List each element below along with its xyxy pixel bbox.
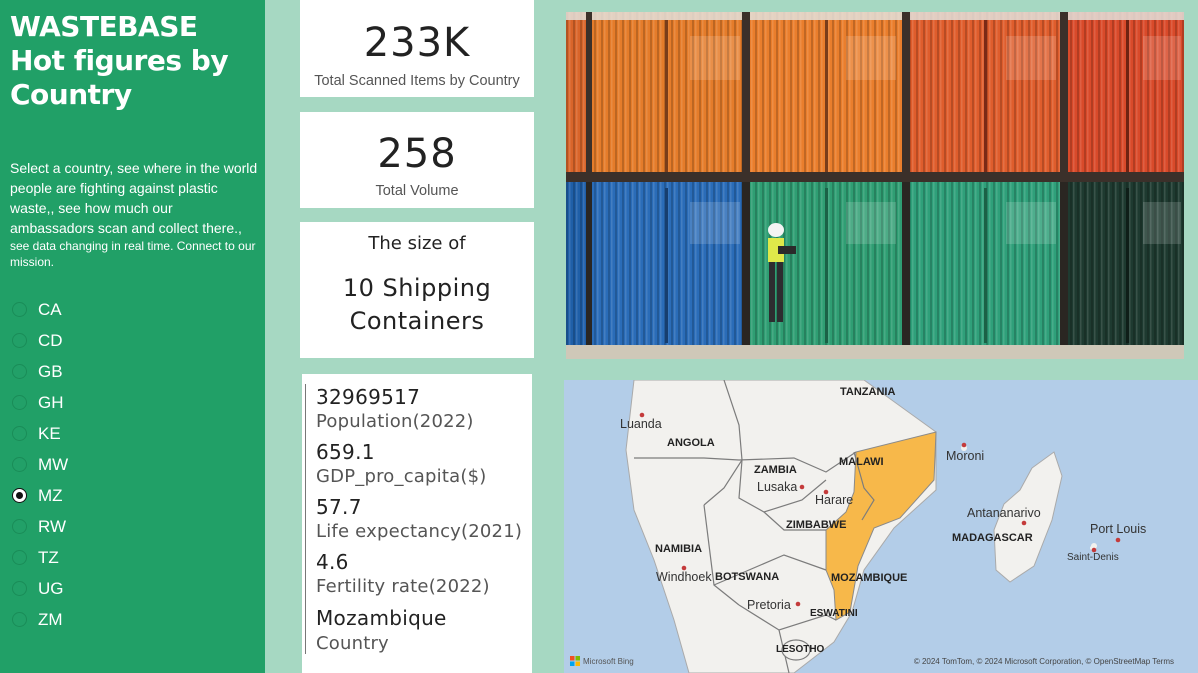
country-option-label: RW [38, 516, 67, 536]
map-label-zimbabwe: ZIMBABWE [786, 519, 847, 531]
country-option-label: MW [38, 454, 69, 474]
sidebar: WASTEBASE Hot figures by Country Select … [0, 0, 265, 673]
country-option-cd[interactable]: CD [12, 325, 68, 356]
country-option-ke[interactable]: KE [12, 418, 68, 449]
map-label-harare: Harare [815, 493, 854, 507]
fertility-value: 4.6 [316, 550, 349, 574]
map-label-malawi: MALAWI [839, 456, 884, 468]
total-volume-label: Total Volume [375, 183, 459, 199]
map-label-antananarivo: Antananarivo [967, 506, 1041, 520]
gdp-value: 659.1 [316, 440, 375, 464]
country-name-value: Mozambique [316, 606, 447, 630]
country-option-label: GB [38, 361, 63, 381]
country-option-zm[interactable]: ZM [12, 604, 68, 635]
size-value: 10 Shipping Containers [300, 272, 534, 338]
country-option-ca[interactable]: CA [12, 294, 68, 325]
country-option-mw[interactable]: MW [12, 449, 68, 480]
intro-small: see data changing in real time. Connect … [10, 239, 256, 269]
map-label-pretoria: Pretoria [747, 598, 791, 612]
country-option-gh[interactable]: GH [12, 387, 68, 418]
country-option-label: CA [38, 299, 62, 319]
radio-icon[interactable] [12, 488, 27, 503]
fertility-label: Fertility rate(2022) [316, 576, 490, 597]
country-slicer: CA CD GB GH KE MW MZ RW TZ UG ZM [12, 294, 68, 635]
map-label-eswatini: ESWATINI [810, 608, 858, 619]
scanned-items-value: 233K [363, 20, 471, 66]
total-volume-value: 258 [377, 131, 457, 177]
size-comparison-card: The size of 10 Shipping Containers [300, 222, 534, 358]
country-facts-card: 32969517 Population(2022) 659.1 GDP_pro_… [302, 374, 532, 673]
country-option-gb[interactable]: GB [12, 356, 68, 387]
map-label-port-louis: Port Louis [1090, 522, 1147, 536]
map-label-moroni: Moroni [946, 449, 985, 463]
map-label-zambia: ZAMBIA [754, 464, 797, 476]
country-map[interactable]: TANZANIA Luanda ANGOLA Moroni MALAWI ZAM… [564, 380, 1198, 673]
map-label-lusaka: Lusaka [757, 480, 798, 494]
map-label-botswana: BOTSWANA [715, 571, 780, 583]
intro-main: Select a country, see where in the world… [10, 160, 258, 236]
shipping-containers-photo [566, 12, 1184, 359]
country-option-label: GH [38, 392, 64, 412]
title-line-3: Country [10, 78, 132, 111]
containers-illustration [566, 12, 1184, 359]
map-label-tanzania: TANZANIA [840, 386, 896, 398]
radio-icon[interactable] [12, 519, 27, 534]
microsoft-logo-icon [570, 656, 580, 666]
radio-icon[interactable] [12, 550, 27, 565]
country-option-label: MZ [38, 485, 63, 505]
radio-icon[interactable] [12, 612, 27, 627]
page-title: WASTEBASE Hot figures by Country [10, 10, 229, 112]
map-label-angola: ANGOLA [667, 437, 715, 449]
life-expectancy-label: Life expectancy(2021) [316, 521, 523, 542]
intro-text: Select a country, see where in the world… [10, 158, 260, 270]
country-option-mz[interactable]: MZ [12, 480, 68, 511]
radio-icon[interactable] [12, 581, 27, 596]
scanned-items-card: 233K Total Scanned Items by Country [300, 0, 534, 97]
country-option-label: ZM [38, 609, 63, 629]
map-label-madagascar: MADAGASCAR [952, 532, 1033, 544]
radio-icon[interactable] [12, 395, 27, 410]
population-label: Population(2022) [316, 411, 474, 432]
size-prefix: The size of [368, 233, 466, 254]
map-label-saint-denis: Saint-Denis [1067, 552, 1119, 563]
map-label-windhoek: Windhoek [656, 570, 712, 584]
radio-icon[interactable] [12, 457, 27, 472]
country-option-label: CD [38, 330, 63, 350]
country-option-rw[interactable]: RW [12, 511, 68, 542]
size-value-line2: Containers [349, 307, 485, 335]
radio-icon[interactable] [12, 302, 27, 317]
radio-icon[interactable] [12, 426, 27, 441]
brand-name: WASTEBASE [10, 10, 198, 43]
population-value: 32969517 [316, 385, 421, 409]
bing-logo: Microsoft Bing [570, 656, 634, 666]
country-option-tz[interactable]: TZ [12, 542, 68, 573]
scanned-items-label: Total Scanned Items by Country [314, 73, 520, 89]
life-expectancy-value: 57.7 [316, 495, 362, 519]
map-attribution[interactable]: © 2024 TomTom, © 2024 Microsoft Corporat… [914, 657, 1174, 666]
map-provider: Microsoft Bing [583, 656, 634, 666]
size-value-line1: 10 Shipping [342, 274, 492, 302]
radio-icon[interactable] [12, 333, 27, 348]
map-label-namibia: NAMIBIA [655, 543, 703, 555]
map-label-lesotho: LESOTHO [776, 644, 825, 655]
title-line-2: Hot figures by [10, 44, 229, 77]
total-volume-card: 258 Total Volume [300, 112, 534, 208]
map-label-mozambique: MOZAMBIQUE [831, 572, 908, 584]
country-option-ug[interactable]: UG [12, 573, 68, 604]
country-option-label: UG [38, 578, 64, 598]
country-option-label: TZ [38, 547, 59, 567]
gdp-label: GDP_pro_capita($) [316, 466, 487, 487]
country-option-label: KE [38, 423, 61, 443]
radio-icon[interactable] [12, 364, 27, 379]
country-name-label: Country [316, 633, 389, 654]
map-label-luanda: Luanda [620, 417, 662, 431]
divider [305, 384, 306, 654]
